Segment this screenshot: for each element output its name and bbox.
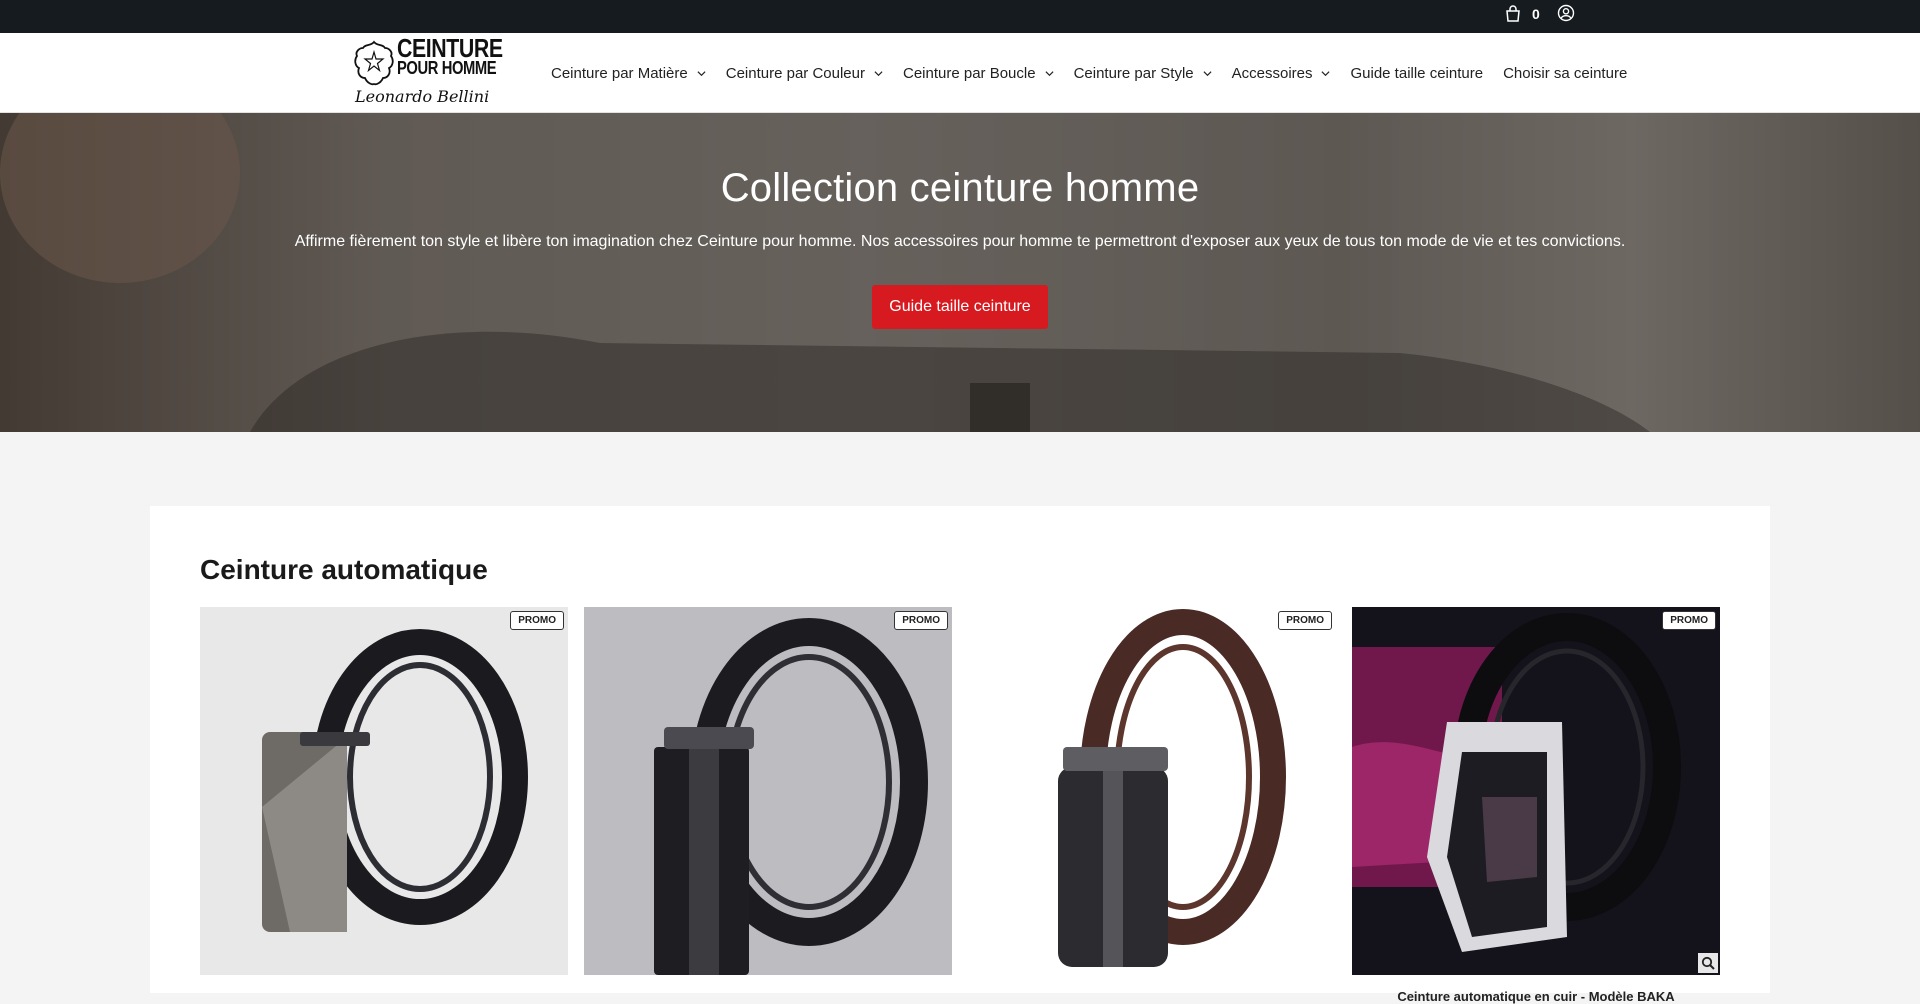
cart-count: 0	[1532, 6, 1540, 22]
belt-image	[1058, 609, 1286, 967]
site-header: CEINTURE POUR HOMME Leonardo Bellini Cei…	[0, 33, 1920, 113]
logo-wordmark: CEINTURE POUR HOMME	[397, 33, 503, 78]
main-nav: Ceinture par Matière Ceinture par Couleu…	[551, 33, 1647, 113]
account-link[interactable]	[1557, 4, 1575, 27]
cart-link[interactable]: 0	[1504, 5, 1540, 23]
nav-label: Ceinture par Style	[1073, 64, 1194, 82]
top-utility-bar: 0	[0, 0, 1920, 33]
chevron-down-icon	[1203, 70, 1212, 76]
product-image[interactable]: PROMO	[200, 607, 568, 975]
chevron-down-icon	[874, 70, 883, 76]
nav-item-style[interactable]: Ceinture par Style	[1074, 65, 1212, 82]
nav-item-boucle[interactable]: Ceinture par Boucle	[903, 65, 1054, 82]
product-image[interactable]: PROMO	[968, 607, 1336, 975]
nav-item-matiere[interactable]: Ceinture par Matière	[551, 65, 706, 82]
chevron-down-icon	[1321, 70, 1330, 76]
nav-label: Ceinture par Boucle	[902, 64, 1036, 82]
zoom-button[interactable]	[1698, 953, 1718, 973]
hero-text: Affirme fièrement ton style et libère to…	[294, 233, 1626, 250]
nav-label: Ceinture par Matière	[551, 64, 688, 82]
product-card[interactable]: PROMO	[584, 607, 952, 975]
nav-label: Guide taille ceinture	[1350, 64, 1484, 82]
collection-section: Ceinture automatique PROMO PROMO PROMO P…	[150, 506, 1770, 1004]
product-title[interactable]: Ceinture automatique en cuir - Modèle BA…	[1352, 989, 1720, 1004]
collection-title: Ceinture automatique	[200, 554, 488, 585]
leather-hide-icon	[354, 40, 394, 86]
nav-label: Choisir sa ceinture	[1503, 64, 1628, 82]
nav-item-accessoires[interactable]: Accessoires	[1232, 65, 1331, 82]
promo-badge: PROMO	[894, 611, 948, 630]
product-card[interactable]: PROMO Ceinture automatique en cuir - Mod…	[1352, 607, 1720, 1004]
product-card[interactable]: PROMO	[200, 607, 568, 975]
nav-item-choisir[interactable]: Choisir sa ceinture	[1503, 65, 1627, 82]
magnifier-icon	[1701, 956, 1715, 970]
shopping-bag-icon	[1506, 5, 1520, 22]
product-image[interactable]: PROMO	[584, 607, 952, 975]
nav-item-couleur[interactable]: Ceinture par Couleur	[726, 65, 883, 82]
site-logo[interactable]: CEINTURE POUR HOMME Leonardo Bellini	[353, 35, 503, 109]
chevron-down-icon	[697, 70, 706, 76]
product-image[interactable]: PROMO	[1352, 607, 1720, 975]
chevron-down-icon	[1045, 70, 1054, 76]
logo-line1: CEINTURE	[397, 33, 503, 63]
belt-image	[654, 618, 928, 975]
hero-title: Collection ceinture homme	[720, 166, 1200, 210]
nav-label: Accessoires	[1231, 64, 1313, 82]
logo-signature: Leonardo Bellini	[355, 87, 490, 106]
promo-badge: PROMO	[1278, 611, 1332, 630]
hero-content: Collection ceinture homme Affirme fièrem…	[0, 113, 1920, 329]
hero-banner: Collection ceinture homme Affirme fièrem…	[0, 113, 1920, 432]
promo-badge: PROMO	[510, 611, 564, 630]
belt-image	[262, 629, 528, 932]
logo-line2: POUR HOMME	[397, 58, 497, 78]
user-circle-icon	[1557, 4, 1575, 22]
nav-item-guide-taille[interactable]: Guide taille ceinture	[1350, 65, 1483, 82]
product-card[interactable]: PROMO	[968, 607, 1336, 975]
promo-badge: PROMO	[1662, 611, 1716, 630]
product-grid: PROMO PROMO PROMO PROMO Ceinture automat…	[200, 607, 1720, 1004]
belt-image	[1352, 613, 1681, 952]
hero-cta-button[interactable]: Guide taille ceinture	[872, 285, 1048, 329]
nav-label: Ceinture par Couleur	[725, 64, 865, 82]
